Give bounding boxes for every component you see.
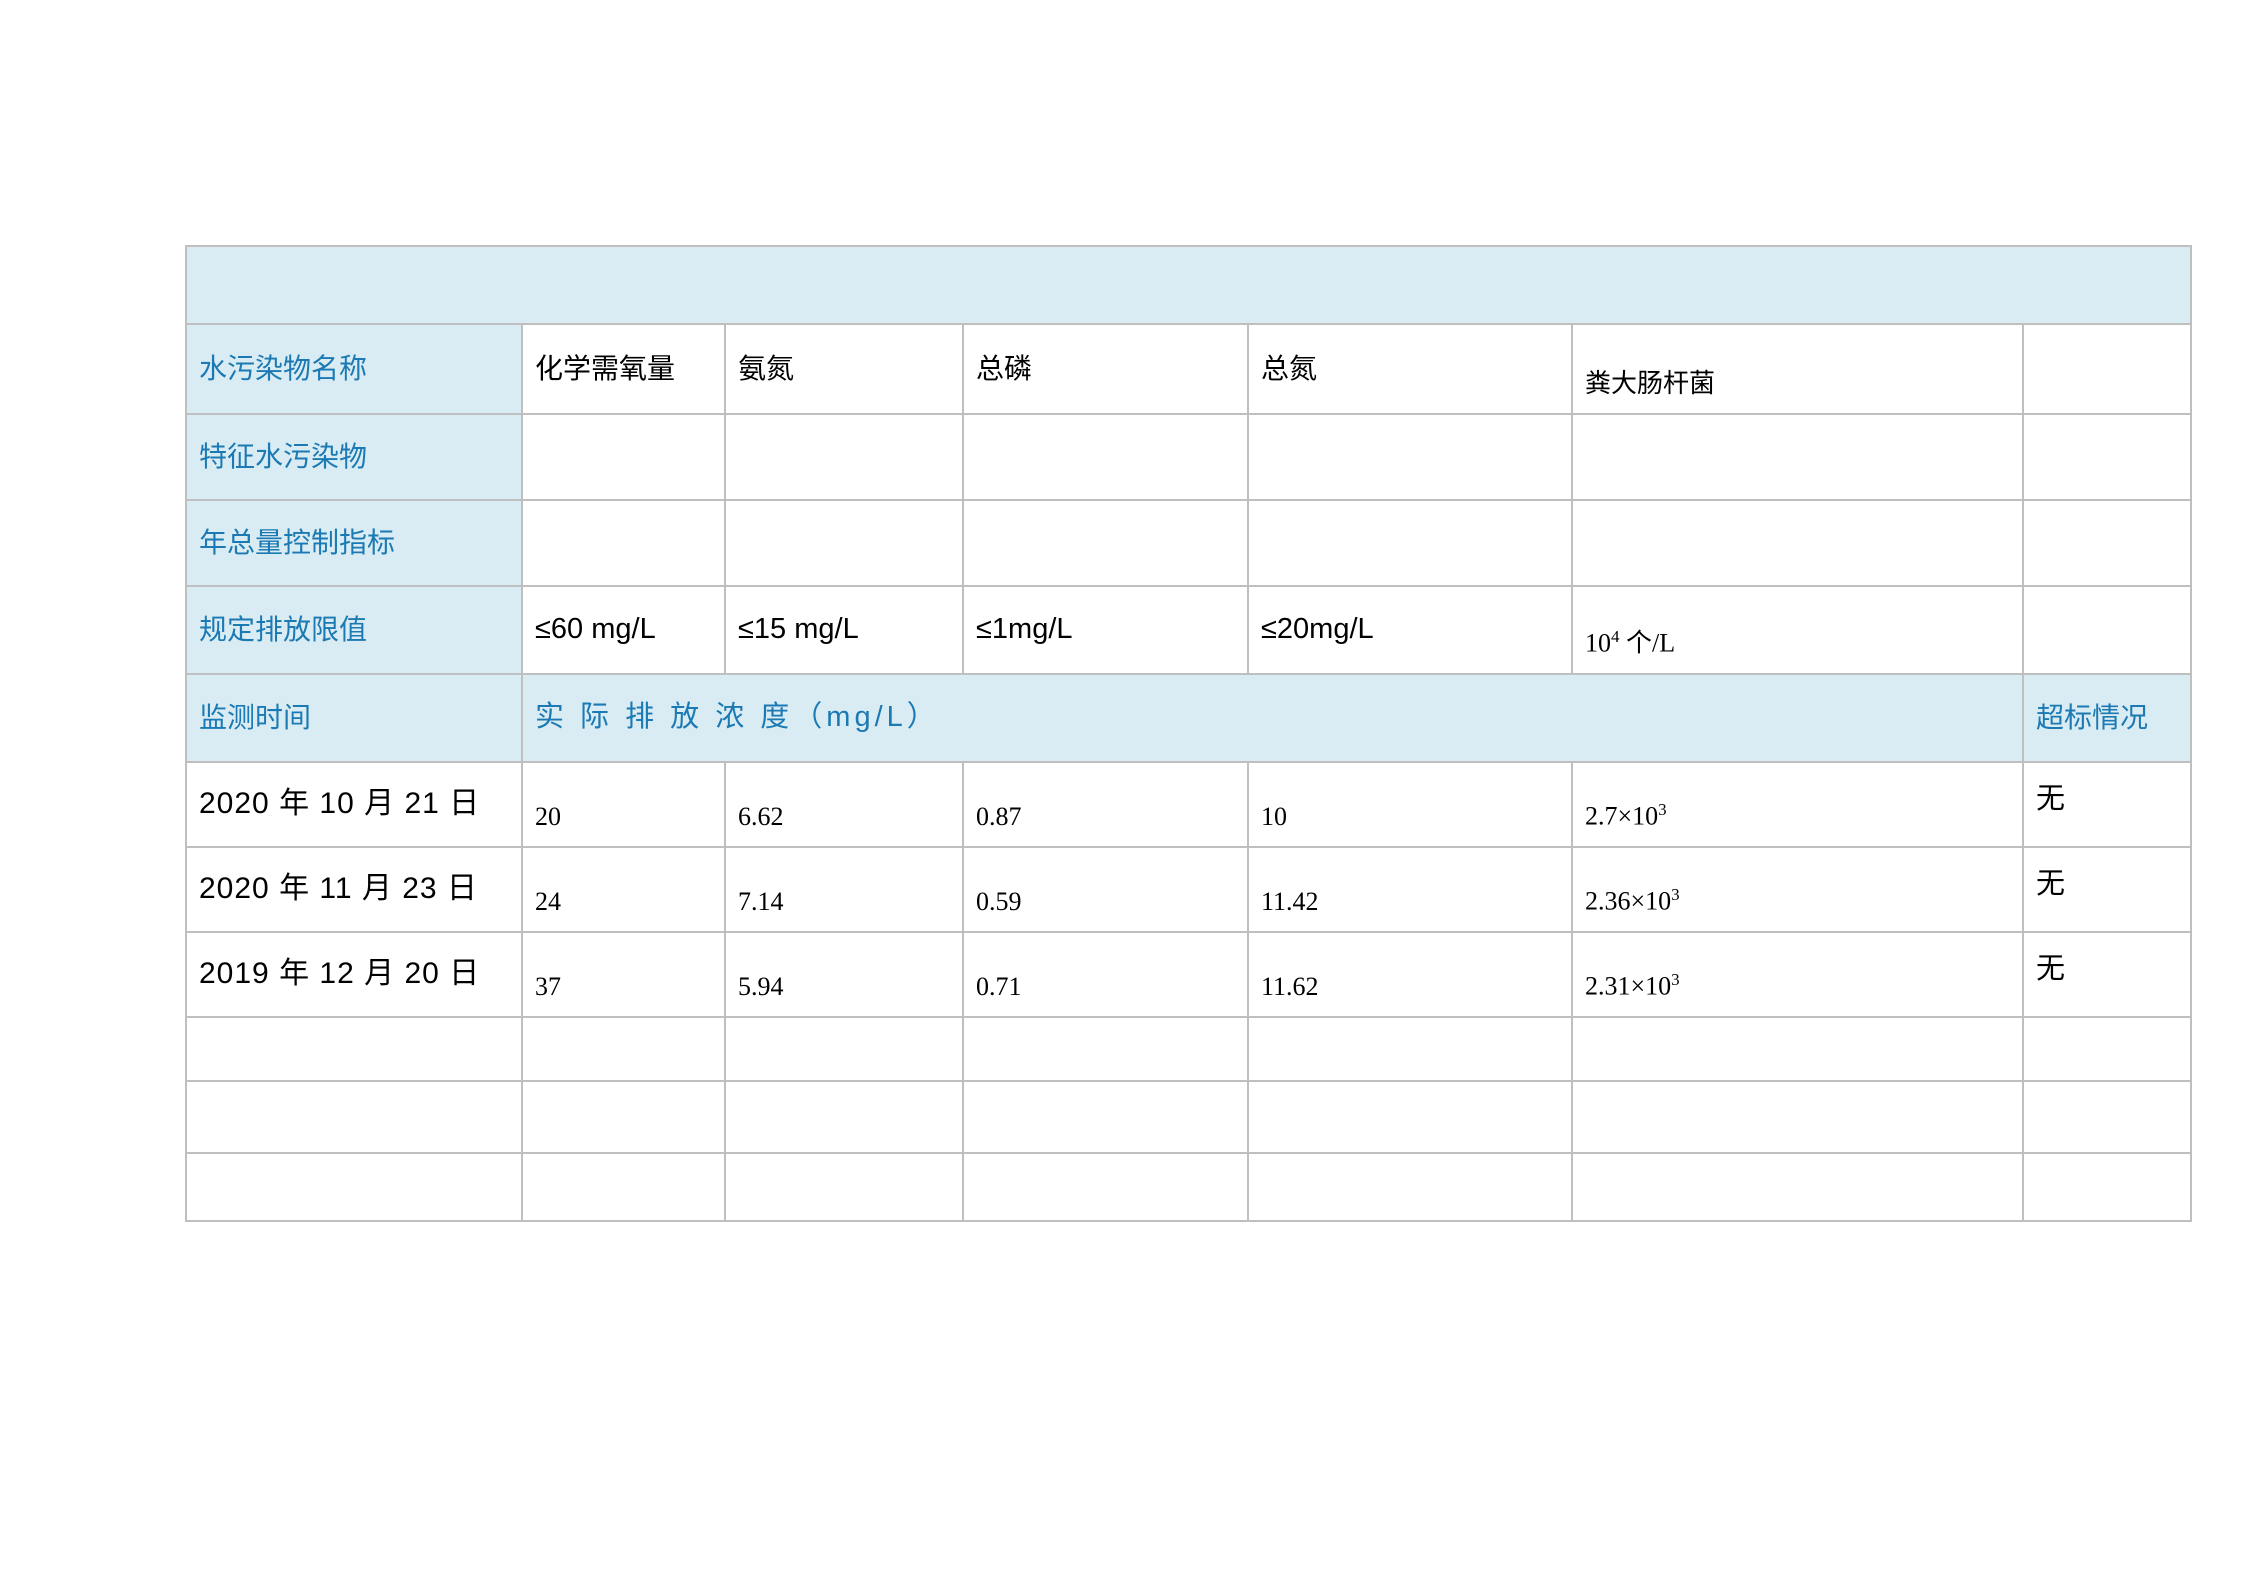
value-cod: 24: [522, 847, 725, 932]
value-fecal: 2.31×103: [1572, 932, 2023, 1017]
value-tn: 10: [1248, 762, 1572, 847]
empty-cell: [2023, 1153, 2191, 1221]
empty-cell: [2023, 1017, 2191, 1081]
empty-cell: [1572, 414, 2023, 500]
pollutant-monitoring-table: 水污染物名称 化学需氧量 氨氮 总磷 总氮 粪大肠杆菌 特征水污染物 年总量控制…: [185, 245, 2192, 1222]
empty-cell: [186, 1081, 522, 1153]
monitor-date: 2019 年 12 月 20 日: [186, 932, 522, 1017]
value-tn: 11.62: [1248, 932, 1572, 1017]
empty-cell: [522, 1153, 725, 1221]
empty-cell: [725, 414, 963, 500]
empty-cell: [2023, 500, 2191, 586]
empty-cell: [2023, 324, 2191, 414]
value-nh3n: 7.14: [725, 847, 963, 932]
annual-total-row: 年总量控制指标: [186, 500, 2191, 586]
row-label-annual-total: 年总量控制指标: [186, 500, 522, 586]
value-fecal: 2.36×103: [1572, 847, 2023, 932]
empty-cell: [2023, 586, 2191, 674]
top-band-cell: [186, 246, 2191, 324]
characteristic-row: 特征水污染物: [186, 414, 2191, 500]
row-label-limit: 规定排放限值: [186, 586, 522, 674]
exceed-status: 无: [2023, 762, 2191, 847]
exceed-status: 无: [2023, 932, 2191, 1017]
value-cod: 37: [522, 932, 725, 1017]
limit-fecal: 104 个/L: [1572, 586, 2023, 674]
empty-cell: [2023, 1081, 2191, 1153]
table-row: 2020 年 11 月 23 日 24 7.14 0.59 11.42 2.36…: [186, 847, 2191, 932]
monitor-date: 2020 年 11 月 23 日: [186, 847, 522, 932]
fecal-value-exponent: 3: [1671, 970, 1680, 989]
empty-cell: [1248, 414, 1572, 500]
empty-cell: [1572, 1017, 2023, 1081]
pollutant-nh3n: 氨氮: [725, 324, 963, 414]
empty-cell: [1572, 1081, 2023, 1153]
empty-cell: [522, 1017, 725, 1081]
empty-row: [186, 1153, 2191, 1221]
empty-cell: [725, 1081, 963, 1153]
empty-cell: [963, 1081, 1248, 1153]
empty-cell: [725, 1153, 963, 1221]
limit-tp: ≤1mg/L: [963, 586, 1248, 674]
monitor-date: 2020 年 10 月 21 日: [186, 762, 522, 847]
exceed-status-header: 超标情况: [2023, 674, 2191, 762]
limit-cod: ≤60 mg/L: [522, 586, 725, 674]
empty-row: [186, 1017, 2191, 1081]
value-tp: 0.71: [963, 932, 1248, 1017]
value-cod: 20: [522, 762, 725, 847]
empty-row: [186, 1081, 2191, 1153]
empty-cell: [186, 1017, 522, 1081]
monitor-header-row: 监测时间 实 际 排 放 浓 度（mg/L） 超标情况: [186, 674, 2191, 762]
empty-cell: [1572, 1153, 2023, 1221]
empty-cell: [963, 414, 1248, 500]
table-row: 2019 年 12 月 20 日 37 5.94 0.71 11.62 2.31…: [186, 932, 2191, 1017]
limit-tn: ≤20mg/L: [1248, 586, 1572, 674]
empty-cell: [2023, 414, 2191, 500]
fecal-value-exponent: 3: [1658, 800, 1667, 819]
value-tp: 0.87: [963, 762, 1248, 847]
empty-cell: [522, 414, 725, 500]
empty-cell: [963, 500, 1248, 586]
pollutant-cod: 化学需氧量: [522, 324, 725, 414]
pollutant-tp: 总磷: [963, 324, 1248, 414]
value-tp: 0.59: [963, 847, 1248, 932]
actual-concentration-header: 实 际 排 放 浓 度（mg/L）: [522, 674, 2023, 762]
empty-cell: [963, 1153, 1248, 1221]
row-label-monitor-time: 监测时间: [186, 674, 522, 762]
value-nh3n: 6.62: [725, 762, 963, 847]
value-tn: 11.42: [1248, 847, 1572, 932]
limit-nh3n: ≤15 mg/L: [725, 586, 963, 674]
value-nh3n: 5.94: [725, 932, 963, 1017]
empty-cell: [1248, 1081, 1572, 1153]
empty-cell: [522, 1081, 725, 1153]
empty-cell: [186, 1153, 522, 1221]
limit-row: 规定排放限值 ≤60 mg/L ≤15 mg/L ≤1mg/L ≤20mg/L …: [186, 586, 2191, 674]
empty-cell: [963, 1017, 1248, 1081]
empty-cell: [1248, 500, 1572, 586]
value-fecal: 2.7×103: [1572, 762, 2023, 847]
table-row: 2020 年 10 月 21 日 20 6.62 0.87 10 2.7×103…: [186, 762, 2191, 847]
pollutant-tn: 总氮: [1248, 324, 1572, 414]
exceed-status: 无: [2023, 847, 2191, 932]
row-label-pollutant-name: 水污染物名称: [186, 324, 522, 414]
pollutant-name-row: 水污染物名称 化学需氧量 氨氮 总磷 总氮 粪大肠杆菌: [186, 324, 2191, 414]
empty-cell: [1248, 1017, 1572, 1081]
fecal-limit-exponent: 4: [1611, 627, 1620, 646]
fecal-value-exponent: 3: [1671, 885, 1680, 904]
pollutant-fecal: 粪大肠杆菌: [1572, 324, 2023, 414]
row-label-characteristic: 特征水污染物: [186, 414, 522, 500]
table-top-band-row: [186, 246, 2191, 324]
empty-cell: [1572, 500, 2023, 586]
empty-cell: [725, 500, 963, 586]
empty-cell: [725, 1017, 963, 1081]
empty-cell: [522, 500, 725, 586]
empty-cell: [1248, 1153, 1572, 1221]
